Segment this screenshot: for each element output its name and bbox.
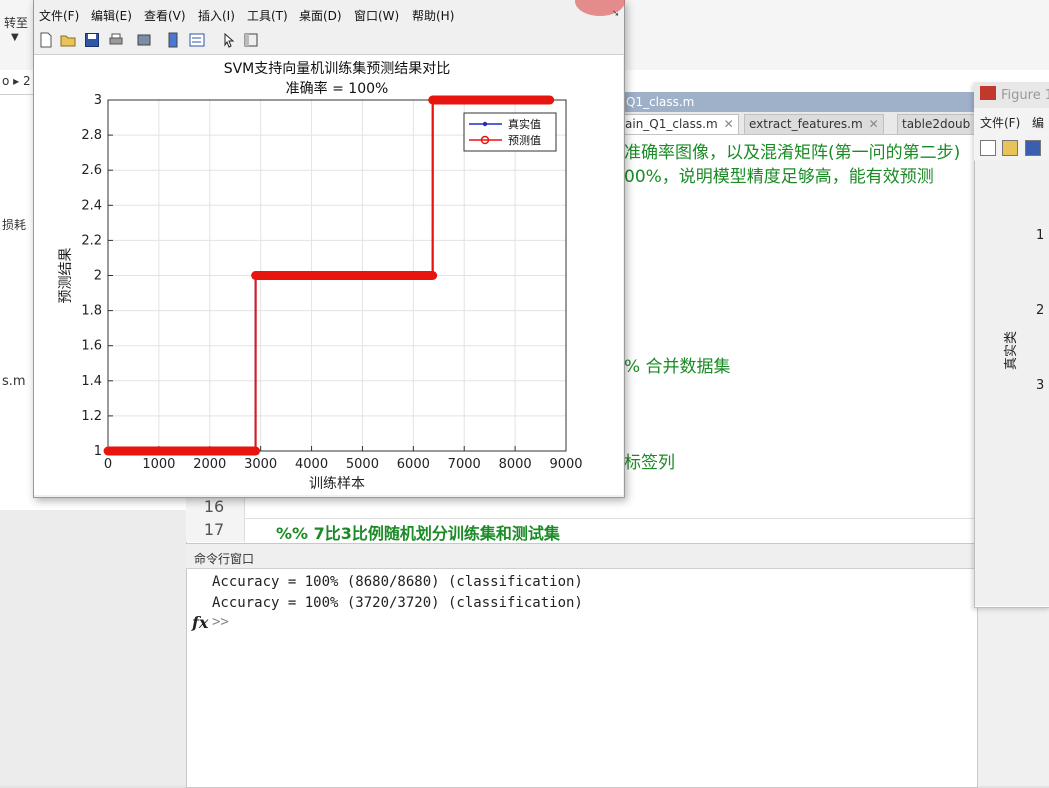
y-tick-label: 1 bbox=[94, 444, 102, 459]
y-tick-label: 1.8 bbox=[81, 304, 102, 319]
svm-prediction-chart: 0 1000 2000 3000 4000 5000 6000 7000 8000 9000 1 1.… bbox=[58, 60, 583, 492]
new-file-icon[interactable] bbox=[38, 32, 54, 48]
pointer-icon[interactable] bbox=[221, 32, 237, 48]
menu-desktop[interactable]: 桌面(D) bbox=[299, 7, 342, 24]
menu-window[interactable]: 窗口(W) bbox=[354, 7, 399, 24]
code-comment[interactable]: 准确率图像，以及混淆矩阵(第一问的第二步) bbox=[624, 138, 960, 163]
command-window-title: 命令行窗口 bbox=[194, 552, 255, 566]
matlab-logo-icon bbox=[980, 86, 996, 100]
x-tick-label: 5000 bbox=[346, 457, 379, 472]
tab-extract-features[interactable]: extract_features.m ✕ bbox=[744, 114, 884, 134]
x-tick-label: 4000 bbox=[295, 457, 328, 472]
y-tick-label: 2 bbox=[1036, 303, 1045, 318]
command-output-line: Accuracy = 100% (3720/3720) (classificat… bbox=[212, 595, 583, 611]
tab-label: extract_features.m bbox=[749, 117, 863, 131]
tab-label: ain_Q1_class.m bbox=[625, 117, 718, 131]
line-number: 17 bbox=[203, 520, 225, 539]
colorbar-icon[interactable] bbox=[165, 32, 181, 48]
chart-subtitle: 准确率 = 100% bbox=[286, 80, 389, 97]
tab-label: table2doub bbox=[902, 117, 971, 131]
x-tick-label: 2000 bbox=[193, 457, 226, 472]
command-window-header bbox=[186, 546, 976, 569]
menu-edit[interactable]: 编辑(E) bbox=[91, 7, 132, 24]
x-axis-label: 训练样本 bbox=[309, 476, 365, 492]
x-tick-label: 0 bbox=[104, 457, 112, 472]
y-tick-label: 3 bbox=[1036, 378, 1045, 393]
line-number: 16 bbox=[203, 497, 225, 516]
chart-title: SVM支持向量机训练集预测结果对比 bbox=[224, 60, 451, 77]
tab-main-q1-class[interactable]: ain_Q1_class.m ✕ bbox=[620, 114, 739, 134]
code-comment[interactable]: % 合并数据集 bbox=[624, 352, 731, 377]
y-tick-label: 1.4 bbox=[81, 374, 102, 389]
menu-help[interactable]: 帮助(H) bbox=[412, 7, 454, 24]
y-tick-label: 1.2 bbox=[81, 409, 102, 424]
y-tick-label: 2.8 bbox=[81, 128, 102, 143]
menu-overflow-icon[interactable]: ➘ bbox=[612, 9, 620, 19]
function-browser-icon[interactable]: fx bbox=[192, 613, 208, 632]
close-icon[interactable]: ✕ bbox=[724, 117, 734, 131]
toolstrip-goto-label[interactable]: 转至 bbox=[4, 14, 28, 31]
x-tick-label: 3000 bbox=[244, 457, 277, 472]
y-tick-label: 2 bbox=[94, 269, 102, 284]
print-preview-icon[interactable] bbox=[136, 32, 152, 48]
save-icon[interactable] bbox=[84, 32, 100, 48]
y-tick-label: 1.6 bbox=[81, 339, 102, 354]
close-icon[interactable]: ✕ bbox=[869, 117, 879, 131]
code-comment[interactable]: 00%，说明模型精度足够高，能有效预测 bbox=[624, 162, 934, 187]
editor-title: Q1_class.m bbox=[626, 95, 695, 109]
new-file-icon[interactable] bbox=[980, 140, 996, 156]
x-tick-label: 1000 bbox=[142, 457, 175, 472]
legend-label: 预测值 bbox=[508, 134, 541, 147]
y-axis-label: 预测结果 bbox=[58, 248, 74, 304]
save-icon[interactable] bbox=[1025, 140, 1041, 156]
y-tick-label: 1 bbox=[1036, 228, 1045, 243]
legend-star-marker bbox=[482, 121, 488, 127]
print-icon[interactable] bbox=[108, 32, 124, 48]
address-bar-text: o ▸ 2 bbox=[2, 74, 31, 88]
file-list-item[interactable]: s.m bbox=[2, 374, 26, 389]
legend-icon[interactable] bbox=[189, 32, 205, 48]
legend-label: 真实值 bbox=[508, 117, 541, 131]
menu-insert[interactable]: 插入(I) bbox=[198, 7, 235, 24]
y-tick-label: 2.4 bbox=[81, 198, 102, 213]
y-axis-label: 真实类 bbox=[1004, 330, 1019, 370]
y-tick-label: 3 bbox=[94, 93, 102, 108]
figure-title: Figure 1 bbox=[1001, 88, 1049, 103]
x-tick-label: 7000 bbox=[448, 457, 481, 472]
chevron-down-icon[interactable]: ▼ bbox=[11, 32, 19, 43]
x-tick-label: 6000 bbox=[397, 457, 430, 472]
menu-file[interactable]: 文件(F) bbox=[39, 7, 79, 24]
x-tick-label: 8000 bbox=[499, 457, 532, 472]
x-tick-label: 9000 bbox=[549, 457, 582, 472]
command-output-line: Accuracy = 100% (8680/8680) (classificat… bbox=[212, 574, 583, 590]
menu-edit[interactable]: 编 bbox=[1032, 114, 1044, 131]
open-folder-icon[interactable] bbox=[60, 32, 76, 48]
command-prompt[interactable]: >> bbox=[212, 614, 229, 630]
open-folder-icon[interactable] bbox=[1002, 140, 1018, 156]
tab-table2double[interactable]: table2doub bbox=[897, 114, 981, 134]
menu-file[interactable]: 文件(F) bbox=[980, 114, 1020, 131]
property-editor-icon[interactable] bbox=[243, 32, 259, 48]
y-tick-label: 2.6 bbox=[81, 163, 102, 178]
menu-view[interactable]: 查看(V) bbox=[144, 7, 186, 24]
code-section-header[interactable]: %% 7比3比例随机划分训练集和测试集 bbox=[276, 520, 560, 544]
file-list-item[interactable]: 损耗 bbox=[2, 216, 26, 233]
left-panel-footer bbox=[0, 510, 186, 786]
menu-tools[interactable]: 工具(T) bbox=[247, 7, 288, 24]
y-tick-label: 2.2 bbox=[81, 233, 102, 248]
code-comment[interactable]: 标签列 bbox=[624, 448, 675, 473]
